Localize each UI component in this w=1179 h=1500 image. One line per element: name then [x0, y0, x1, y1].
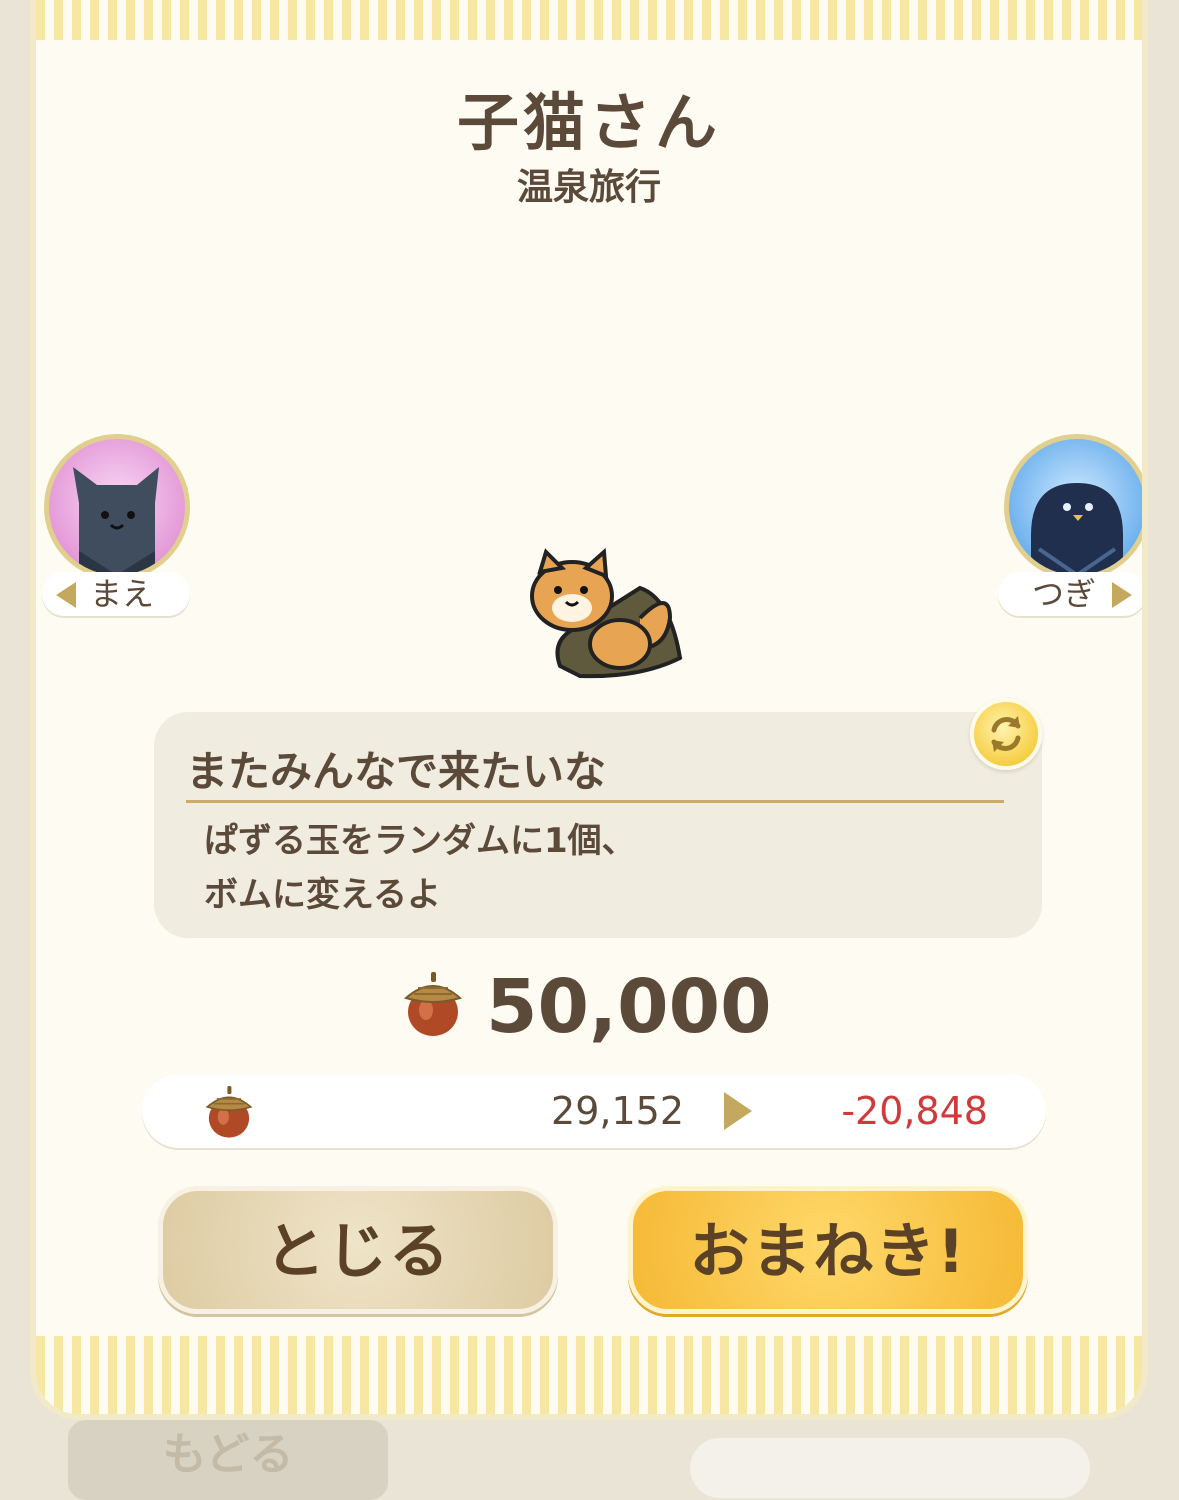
price-row: 50,000 [36, 962, 1142, 1052]
character-name: 子猫さん [456, 86, 721, 159]
balance-after-purchase: -20,848 [841, 1089, 988, 1133]
next-character-avatar[interactable] [1004, 434, 1142, 580]
prev-button[interactable]: まえ [42, 572, 190, 616]
black-cat-kimono-icon [73, 467, 159, 575]
triangle-left-icon [56, 582, 76, 608]
invite-button[interactable]: おまねき! [628, 1186, 1028, 1314]
close-button[interactable]: とじる [158, 1186, 558, 1314]
shiba-dog-with-sack-icon [530, 548, 683, 679]
top-stripe-border [36, 0, 1142, 40]
prev-character-avatar[interactable] [44, 434, 190, 580]
current-balance: 29,152 [551, 1089, 684, 1133]
divider [186, 800, 1004, 803]
back-button-background: もどる [68, 1420, 388, 1500]
skill-description-box: またみんなで来たいな ぱずる玉をランダムに1個、 ボムに変えるよ [154, 712, 1042, 938]
next-button[interactable]: つぎ [998, 572, 1142, 616]
refresh-button[interactable] [970, 698, 1042, 770]
acorn-icon [403, 972, 463, 1036]
character-detail-panel: 子猫さん 温泉旅行 まえ つぎ またみんなで来たいな ぱずる玉をランダムに1個、… [30, 0, 1148, 1420]
skill-description: ぱずる玉をランダムに1個、 ボムに変えるよ [204, 821, 636, 915]
next-label: つぎ [1032, 575, 1097, 613]
price-value: 50,000 [486, 964, 772, 1050]
balance-bar: 29,152 -20,848 [142, 1074, 1046, 1148]
bottom-stripe-border [36, 1336, 1142, 1414]
crow-kimono-icon [1031, 483, 1123, 575]
character-quote: またみんなで来たいな [186, 747, 607, 796]
character-subtitle: 温泉旅行 [516, 167, 661, 208]
prev-label: まえ [90, 575, 155, 613]
acorn-icon [205, 1086, 253, 1138]
background-pill [690, 1438, 1090, 1498]
arrow-right-icon [724, 1092, 752, 1130]
refresh-icon [991, 716, 1021, 752]
triangle-right-icon [1112, 582, 1132, 608]
